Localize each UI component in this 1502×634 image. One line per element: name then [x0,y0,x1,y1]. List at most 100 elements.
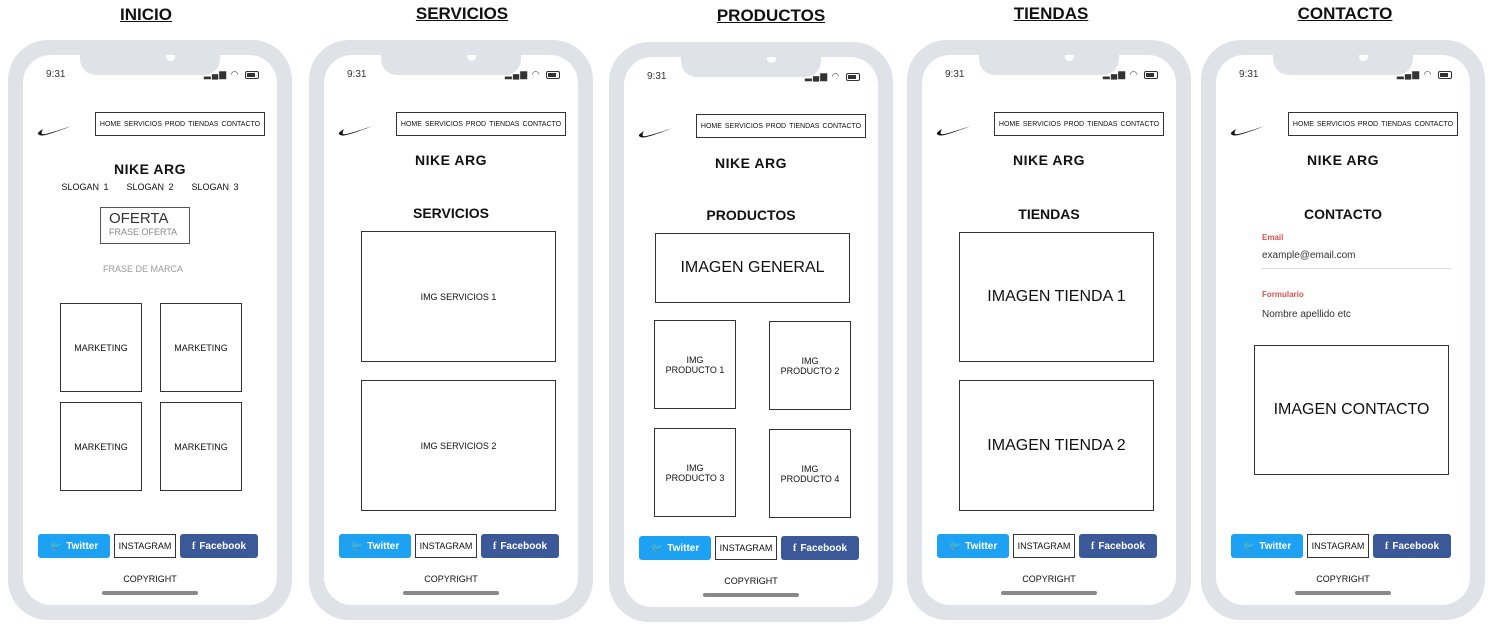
twitter-label: Twitter [1259,540,1292,552]
servicios-image-2[interactable]: IMG SERVICIOS 2 [361,380,556,511]
twitter-label: Twitter [667,542,700,554]
brand-phrase: FRASE DE MARCA [102,264,183,274]
nav-servicios[interactable]: SERVICIOS [1317,121,1355,128]
nav-servicios[interactable]: SERVICIOS [124,121,162,128]
battery-icon [1144,70,1158,79]
nav-prod[interactable]: PROD [466,121,486,128]
nav-home[interactable]: HOME [100,121,121,128]
nav-contacto[interactable]: CONTACTO [221,121,260,128]
nav-servicios[interactable]: SERVICIOS [425,121,463,128]
home-indicator[interactable] [1001,591,1097,595]
nav-contacto[interactable]: CONTACTO [822,123,861,130]
image-label: IMAGEN TIENDA 2 [987,436,1126,454]
nike-logo-icon[interactable] [337,123,375,137]
facebook-icon: f [1090,540,1095,552]
nav-tiendas[interactable]: TIENDAS [789,123,819,130]
facebook-button[interactable]: f Facebook [481,534,559,558]
nav-prod[interactable]: PROD [165,121,185,128]
product-image-4[interactable]: IMG PRODUCTO 4 [769,429,851,518]
instagram-button[interactable]: INSTAGRAM [415,534,477,558]
screen-servicios: 9:31 ▂▄▆ ◠ HOME SERVICIOS PROD TIENDAS C… [324,55,578,605]
social-buttons: 🐦 Twitter INSTAGRAM f Facebook [1231,534,1452,558]
tienda-image-2[interactable]: IMAGEN TIENDA 2 [959,380,1154,511]
facebook-button[interactable]: f Facebook [180,534,258,558]
facebook-icon: f [792,542,797,554]
nav-servicios[interactable]: SERVICIOS [1023,121,1061,128]
marketing-box-3[interactable]: MARKETING [60,402,142,491]
nav-contacto[interactable]: CONTACTO [1414,121,1453,128]
nav-tiendas[interactable]: TIENDAS [1381,121,1411,128]
twitter-icon: 🐦 [948,540,962,552]
copyright: COPYRIGHT [424,574,478,584]
nav-tiendas[interactable]: TIENDAS [1087,121,1117,128]
servicios-image-1[interactable]: IMG SERVICIOS 1 [361,231,556,362]
marketing-box-1[interactable]: MARKETING [60,303,142,392]
facebook-button[interactable]: f Facebook [1079,534,1157,558]
nike-logo-icon[interactable] [935,123,973,137]
contacto-image[interactable]: IMAGEN CONTACTO [1254,345,1449,475]
instagram-label: INSTAGRAM [419,541,473,551]
email-field[interactable]: example@email.com [1262,250,1452,269]
nike-logo-icon[interactable] [36,123,74,137]
home-indicator[interactable] [703,593,799,597]
twitter-button[interactable]: 🐦 Twitter [1231,534,1303,558]
oferta-box[interactable]: OFERTA FRASE OFERTA [100,207,190,244]
nav-home[interactable]: HOME [999,121,1020,128]
screen-title-contacto: CONTACTO [1297,4,1393,23]
copyright: COPYRIGHT [724,576,778,586]
screen-title-inicio: INICIO [120,5,172,24]
oferta-phrase: FRASE OFERTA [109,227,178,237]
form-field[interactable]: Nombre apellido etc [1262,309,1452,320]
nav-contacto[interactable]: CONTACTO [1120,121,1159,128]
tienda-image-1[interactable]: IMAGEN TIENDA 1 [959,232,1154,362]
instagram-button[interactable]: INSTAGRAM [715,536,777,560]
product-image-3[interactable]: IMG PRODUCTO 3 [654,428,736,517]
instagram-button[interactable]: INSTAGRAM [1307,534,1369,558]
twitter-label: Twitter [367,540,400,552]
nav-contacto[interactable]: CONTACTO [522,121,561,128]
instagram-button[interactable]: INSTAGRAM [114,534,176,558]
marketing-box-2[interactable]: MARKETING [160,303,242,392]
twitter-button[interactable]: 🐦 Twitter [38,534,110,558]
home-indicator[interactable] [403,591,499,595]
nav-tiendas[interactable]: TIENDAS [188,121,218,128]
facebook-button[interactable]: f Facebook [781,536,859,560]
status-icons: ▂▄▆ ◠ [1397,69,1452,80]
facebook-button[interactable]: f Facebook [1373,534,1451,558]
home-indicator[interactable] [102,591,198,595]
product-image-1[interactable]: IMG PRODUCTO 1 [654,320,736,409]
nav-prod[interactable]: PROD [1064,121,1084,128]
brand-title: NIKE ARG [114,161,186,177]
nav-prod[interactable]: PROD [1358,121,1378,128]
home-indicator[interactable] [1295,591,1391,595]
product-image-2[interactable]: IMG PRODUCTO 2 [769,321,851,410]
nav-home[interactable]: HOME [701,123,722,130]
screen-inicio: 9:31 ▂▄▆ ◠ HOME SERVICIOS PROD TIENDAS C… [23,55,277,605]
nav-prod[interactable]: PROD [766,123,786,130]
status-time: 9:31 [1239,69,1259,80]
twitter-button[interactable]: 🐦 Twitter [937,534,1009,558]
marketing-box-4[interactable]: MARKETING [160,402,242,491]
twitter-button[interactable]: 🐦 Twitter [339,534,411,558]
social-buttons: 🐦 Twitter INSTAGRAM f Facebook [38,534,259,558]
nav-tiendas[interactable]: TIENDAS [489,121,519,128]
slogan-1: SLOGAN 1 [61,182,109,192]
twitter-button[interactable]: 🐦 Twitter [639,536,711,560]
nike-logo-icon[interactable] [1229,123,1267,137]
productos-general-image[interactable]: IMAGEN GENERAL [655,233,850,303]
nav-home[interactable]: HOME [401,121,422,128]
nav-home[interactable]: HOME [1293,121,1314,128]
facebook-label: Facebook [1098,540,1146,552]
copyright: COPYRIGHT [1022,574,1076,584]
nike-logo-icon[interactable] [637,125,675,139]
social-buttons: 🐦 Twitter INSTAGRAM f Facebook [639,536,860,560]
nav-servicios[interactable]: SERVICIOS [725,123,763,130]
instagram-button[interactable]: INSTAGRAM [1013,534,1075,558]
section-title: SERVICIOS [413,205,489,221]
notch [681,57,821,77]
twitter-icon: 🐦 [1242,540,1256,552]
copyright: COPYRIGHT [123,574,177,584]
section-title: CONTACTO [1303,206,1383,222]
status-icons: ▂▄▆ ◠ [1103,69,1158,80]
image-label: IMG SERVICIOS 1 [420,291,497,302]
